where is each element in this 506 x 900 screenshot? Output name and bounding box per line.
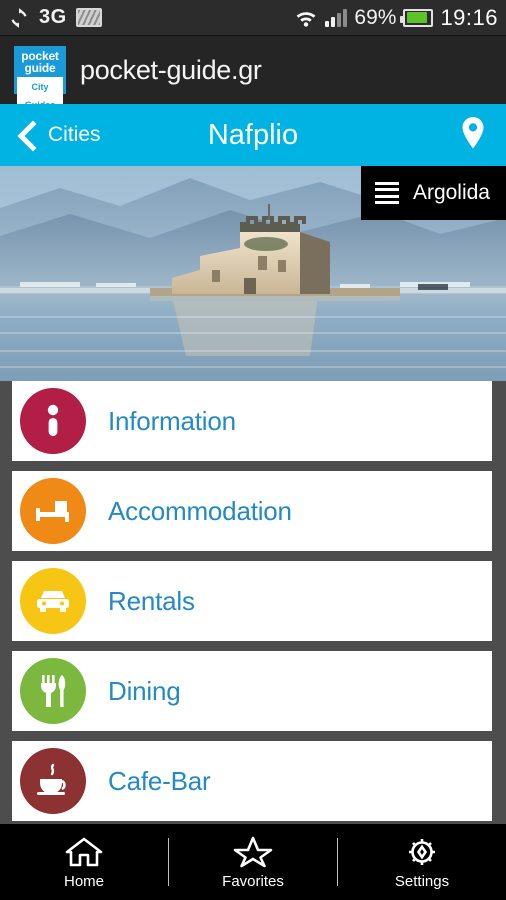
bed-icon [20,478,86,544]
status-bar-right: 69% 19:16 [294,5,498,31]
home-icon [65,837,103,866]
signal-bars-icon [325,8,348,27]
status-bar: 3G 69% 19:16 [0,0,506,36]
nav-bar: Cities Nafplio [0,104,506,166]
brand-title: pocket-guide.gr [80,54,262,85]
back-button[interactable]: Cities [0,122,101,148]
clock-label: 19:16 [440,4,498,30]
map-pin-icon [462,116,484,148]
screenshot-icon [75,8,102,27]
list-item-rentals[interactable]: Rentals [12,561,492,641]
info-icon [20,388,86,454]
brand-bar: pocket guide City Guides pocket-guide.gr [0,36,506,113]
sync-icon [8,7,30,29]
tab-label: Home [63,872,104,890]
list-item-label: Accommodation [108,495,292,526]
tab-home[interactable]: Home [0,835,168,890]
tab-label: Favorites [222,872,284,890]
app-screen: 3G 69% 19:16 pocket guide City pocket-gu… [0,0,506,900]
coffee-icon [20,748,86,814]
network-type-label: 3G [39,6,67,28]
tab-favorites[interactable]: Favorites [169,835,337,890]
list-item-label: Cafe-Bar [108,765,211,796]
status-bar-left: 3G [8,6,102,29]
car-icon [20,568,86,634]
list-item-accommodation[interactable]: Accommodation [12,471,492,551]
list-item-information[interactable]: Information [12,381,492,461]
list-item-label: Information [108,405,236,436]
app-logo: pocket guide City Guides [14,46,66,113]
category-list[interactable]: Information Accommodation Rentals Dining… [0,381,506,824]
list-lines-icon [374,182,399,204]
star-icon [233,836,273,867]
list-item-dining[interactable]: Dining [12,651,492,731]
region-label: Argolida [412,181,490,204]
bottom-tab-bar: Home Favorites Settings [0,824,506,900]
battery-icon [400,8,434,27]
tab-label: Settings [394,872,450,890]
hero-image: Argolida [0,166,506,381]
gear-icon [409,838,435,865]
battery-percent-label: 69% [354,5,397,29]
wifi-icon [294,8,318,27]
region-badge[interactable]: Argolida [360,166,506,220]
map-pin-button[interactable] [458,115,488,156]
list-item-label: Dining [108,675,181,706]
logo-line-2: guide [24,61,56,75]
back-button-label: Cities [48,123,101,146]
chevron-left-icon [14,122,40,148]
cutlery-icon [20,658,86,724]
tab-settings[interactable]: Settings [338,835,506,890]
list-item-label: Rentals [108,585,195,616]
list-item-cafe-bar[interactable]: Cafe-Bar [12,741,492,821]
